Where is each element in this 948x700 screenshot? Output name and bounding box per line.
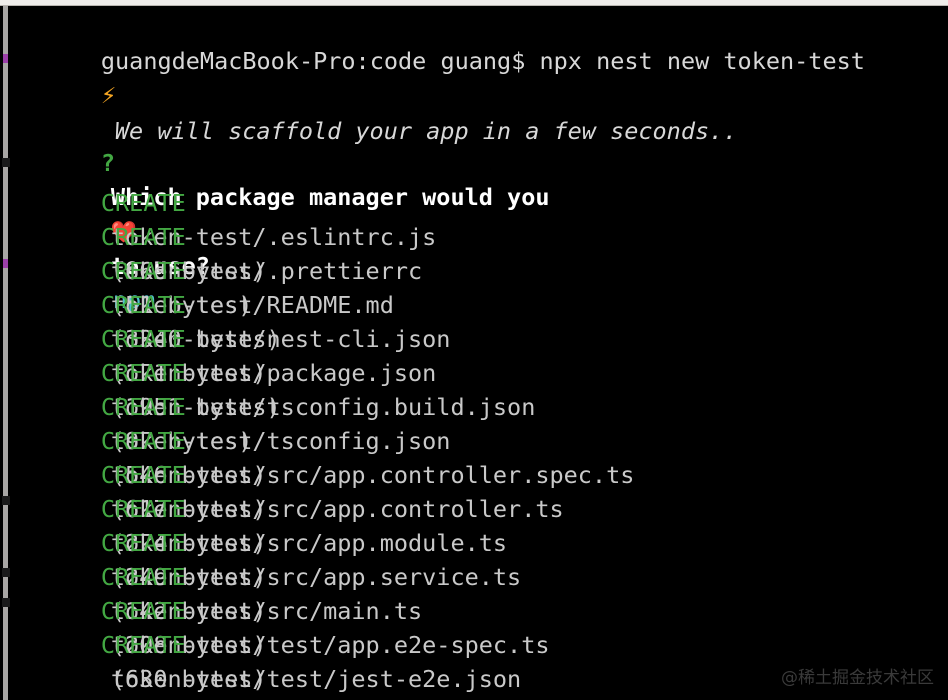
create-log-line: CREATE token-test/.prettierrc (51 bytes) — [16, 186, 422, 319]
terminal-output-area[interactable]: guangdeMacBook-Pro:code guang$ npx nest … — [10, 6, 948, 700]
gutter-marker-dark — [2, 496, 10, 505]
create-log-line: CREATE token-test/README.md (3340 bytes) — [16, 220, 394, 353]
create-log-line: CREATE token-test/tsconfig.json (546 byt… — [16, 356, 451, 489]
gutter-marker-dark — [2, 158, 10, 167]
create-action-label: CREATE — [100, 631, 186, 659]
gutter-marker-dark — [2, 598, 10, 607]
high-voltage-icon: ⚡ — [100, 84, 117, 109]
gutter-marker-purple — [3, 259, 8, 268]
gutter-marker-purple — [3, 54, 8, 63]
installation-status-line: ▷▶▷▷▷ Installation in progress... ☕ — [16, 658, 499, 692]
gutter-marker-dark — [2, 568, 10, 577]
create-log-line: CREATE token-test/src/main.ts (208 bytes… — [16, 526, 422, 659]
watermark: @稀土掘金技术社区 — [781, 668, 934, 688]
create-log-line: CREATE token-test/src/app.controller.ts … — [16, 424, 564, 557]
terminal-gutter[interactable] — [0, 6, 10, 700]
create-log-line: CREATE token-test/package.json (1951 byt… — [16, 288, 436, 421]
create-log-line: CREATE token-test/.eslintrc.js (663 byte… — [16, 152, 436, 285]
create-log-line: CREATE token-test/src/app.service.ts (14… — [16, 492, 521, 625]
scrollbar-track[interactable] — [3, 6, 8, 700]
create-log-line: CREATE token-test/src/app.module.ts (249… — [16, 458, 507, 591]
scaffold-banner-line: ⚡ We will scaffold your app in a few sec… — [16, 44, 738, 145]
create-log-line: CREATE token-test/tsconfig.build.json (9… — [16, 322, 535, 455]
create-log-line: CREATE token-test/test/app.e2e-spec.ts (… — [16, 560, 550, 693]
create-log-line: CREATE token-test/nest-cli.json (171 byt… — [16, 254, 451, 387]
package-manager-question-line: ? Which package manager would you ❤️ to … — [16, 112, 550, 314]
create-log-line: CREATE token-test/test/jest-e2e.json (18… — [16, 594, 521, 700]
create-log-line: CREATE token-test/src/app.controller.spe… — [16, 390, 634, 523]
shell-prompt-line: guangdeMacBook-Pro:code guang$ npx nest … — [16, 10, 865, 75]
terminal-window[interactable]: guangdeMacBook-Pro:code guang$ npx nest … — [0, 6, 948, 700]
